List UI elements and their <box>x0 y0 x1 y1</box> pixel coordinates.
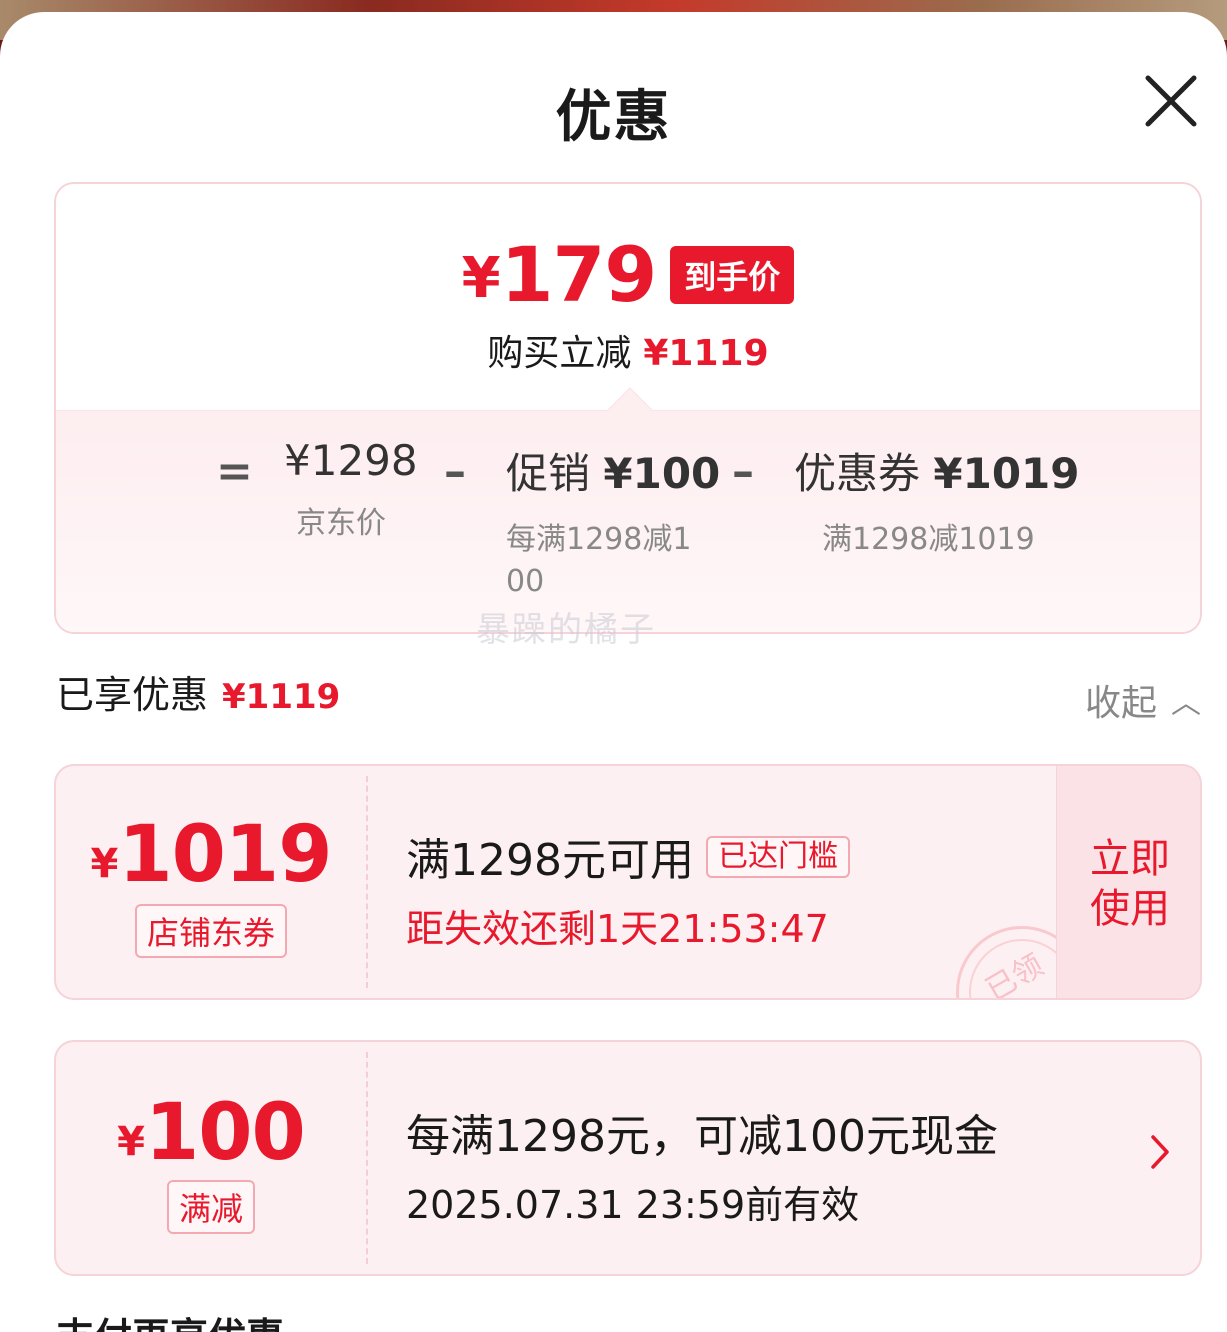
close-button[interactable] <box>1140 70 1202 132</box>
promo-desc: 每满1298减100 <box>506 522 692 599</box>
save-row: 购买立减 ¥1119 <box>56 324 1200 376</box>
collapse-button[interactable]: 收起 ︿ <box>1085 674 1201 726</box>
coupon-card-full-reduction[interactable]: ¥100 满减 每满1298元，可减100元现金 2025.07.31 23:5… <box>54 1040 1202 1276</box>
enjoyed-discount: 已享优惠 ¥1119 <box>56 664 340 719</box>
discount-sheet: 优惠 ¥179 到手价 购买立减 ¥1119 = ¥1298 京东价 – 促销 ¥… <box>0 12 1227 1332</box>
coupon-type-label: 店铺东券 <box>134 904 287 958</box>
coupon-expire-countdown: 距失效还剩1天21:53:47 <box>406 907 829 951</box>
watermark: 暴躁的橘子 <box>476 610 656 650</box>
chevron-right-icon[interactable] <box>1150 1134 1170 1174</box>
promo-item: 促销 ¥100 每满1298减100 <box>506 440 720 603</box>
coupon-condition: 每满1298元，可减100元现金 <box>406 1111 998 1162</box>
coupon-card-store[interactable]: ¥1019 店铺东券 满1298元可用 已达门槛 距失效还剩1天21:53:47 … <box>54 764 1202 1000</box>
minus-sign-1: – <box>444 446 466 497</box>
threshold-badge: 已达门槛 <box>705 836 850 878</box>
final-price: ¥179 <box>461 230 658 319</box>
coupon-item: 优惠券 ¥1019 满1298减1019 <box>794 440 1080 561</box>
coupon-type-label: 满减 <box>166 1180 255 1234</box>
promo-amount: ¥100 <box>603 449 721 498</box>
save-amount: ¥1119 <box>643 333 769 374</box>
coupon-valid-until: 2025.07.31 23:59前有效 <box>406 1183 860 1227</box>
jd-price-item: ¥1298 京东价 <box>284 436 418 545</box>
coupon-amount-value: ¥1019 <box>90 810 333 900</box>
save-label: 购买立减 <box>487 333 632 374</box>
equals-sign: = <box>216 446 253 497</box>
minus-sign-2: – <box>732 446 754 497</box>
final-price-tag: 到手价 <box>670 245 795 304</box>
coupon-condition: 满1298元可用 <box>406 835 694 886</box>
coupon-amount: ¥1019 <box>933 449 1080 498</box>
more-section-title: 支付再享优惠 <box>56 1306 284 1332</box>
enjoyed-amount: ¥1119 <box>222 677 341 717</box>
use-now-button[interactable]: 立即 使用 <box>1090 834 1170 934</box>
jd-price: ¥1298 <box>284 436 418 485</box>
coupon-desc: 满1298减1019 <box>822 522 1035 557</box>
price-summary-card: ¥179 到手价 购买立减 ¥1119 = ¥1298 京东价 – 促销 ¥100… <box>54 182 1202 634</box>
chevron-up-icon: ︿ <box>1171 686 1201 721</box>
coupon-amount-value: ¥100 <box>117 1088 306 1178</box>
enjoyed-label: 已享优惠 <box>56 673 209 717</box>
close-icon <box>1145 75 1197 127</box>
coupon-label: 优惠券 <box>794 449 921 498</box>
sheet-title: 优惠 <box>555 85 672 150</box>
jd-price-label: 京东价 <box>296 506 386 541</box>
promo-label: 促销 <box>506 449 591 498</box>
